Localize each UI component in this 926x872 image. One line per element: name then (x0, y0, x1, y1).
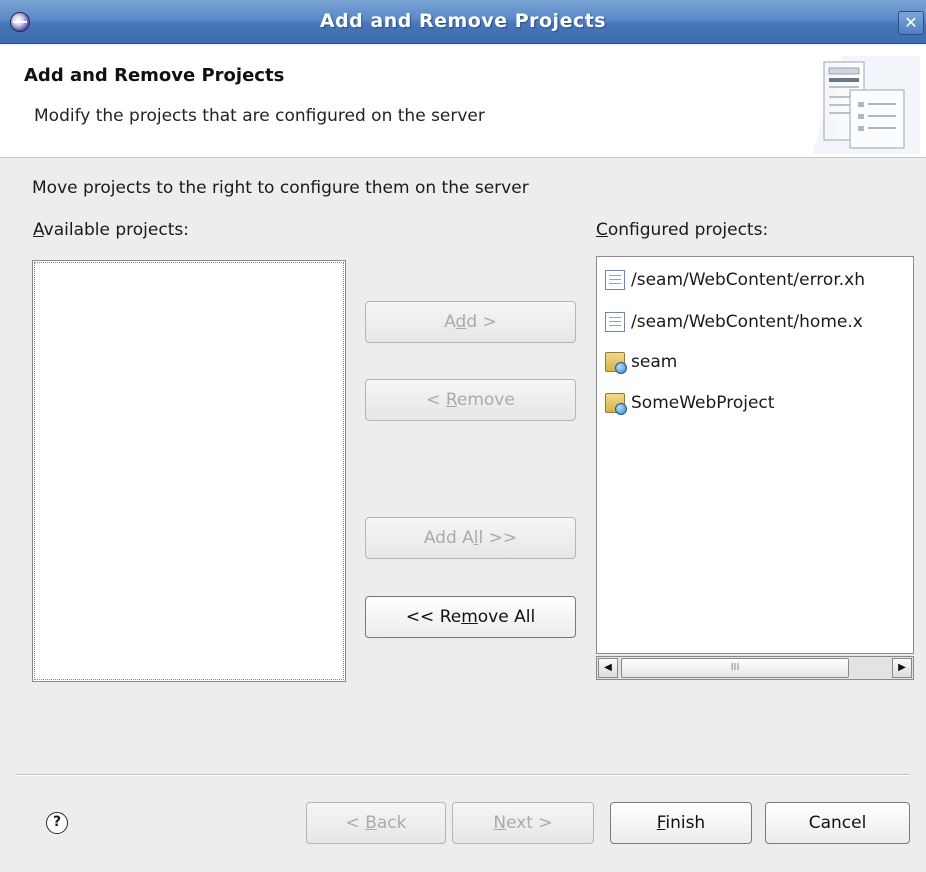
remove-button[interactable]: < Remove (365, 379, 576, 421)
available-projects-label: Available projects: (33, 220, 189, 240)
scroll-left-arrow-icon[interactable]: ◀ (598, 658, 618, 678)
web-project-icon (605, 352, 627, 374)
configured-projects-label: Configured projects: (596, 220, 769, 240)
page-title: Add and Remove Projects (24, 65, 285, 86)
help-icon[interactable]: ? (46, 812, 68, 834)
finish-button[interactable]: Finish (610, 802, 752, 844)
configured-projects-list[interactable]: /seam/WebContent/error.xh /seam/WebConte… (596, 256, 914, 654)
back-button[interactable]: < Back (306, 802, 446, 844)
horizontal-scrollbar[interactable]: ◀ III ▶ (596, 656, 914, 680)
footer-separator (16, 774, 910, 776)
list-item-label: seam (631, 352, 678, 372)
title-bar: Add and Remove Projects ✕ (0, 0, 926, 44)
list-item-label: SomeWebProject (631, 393, 775, 413)
list-item[interactable]: SomeWebProject (605, 390, 774, 416)
window-title: Add and Remove Projects (319, 10, 607, 32)
wizard-header: Add and Remove Projects Modify the proje… (0, 45, 926, 158)
server-document-icon (812, 56, 920, 154)
scroll-right-arrow-icon[interactable]: ▶ (892, 658, 912, 678)
add-button[interactable]: Add > (365, 301, 576, 343)
scroll-thumb[interactable]: III (621, 658, 849, 678)
list-item[interactable]: seam (605, 349, 677, 375)
list-item-label: /seam/WebContent/home.x (631, 312, 863, 332)
cancel-button[interactable]: Cancel (765, 802, 910, 844)
close-button[interactable]: ✕ (898, 11, 924, 35)
list-item-label: /seam/WebContent/error.xh (631, 270, 865, 290)
list-item[interactable]: /seam/WebContent/home.x (605, 309, 863, 335)
remove-all-button[interactable]: << Remove All (365, 596, 576, 638)
available-projects-list[interactable] (32, 260, 346, 682)
instruction-text: Move projects to the right to configure … (32, 178, 529, 198)
add-all-button[interactable]: Add All >> (365, 517, 576, 559)
next-button[interactable]: Next > (452, 802, 594, 844)
page-description: Modify the projects that are configured … (34, 106, 485, 126)
file-icon (605, 312, 625, 332)
list-item[interactable]: /seam/WebContent/error.xh (605, 267, 865, 293)
file-icon (605, 270, 625, 290)
web-project-icon (605, 393, 627, 415)
